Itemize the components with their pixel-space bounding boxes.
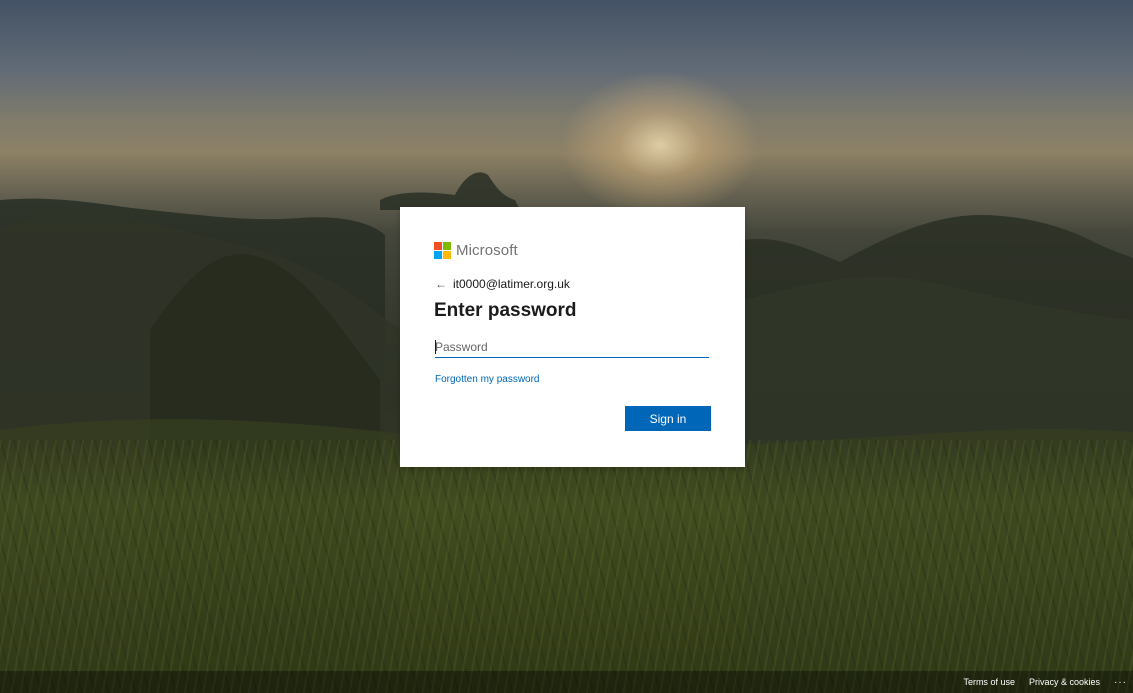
forgot-password-link[interactable]: Forgotten my password [435,374,540,385]
logo-square-yellow [443,251,451,259]
microsoft-logo: Microsoft [434,242,518,259]
logo-square-green [443,242,451,250]
page-title: Enter password [434,300,577,321]
back-arrow-icon[interactable]: ← [435,277,447,291]
logo-square-blue [434,251,442,259]
microsoft-logo-icon [434,242,451,259]
identity-email: it0000@latimer.org.uk [453,277,570,291]
more-options-icon[interactable]: ··· [1114,677,1127,688]
privacy-cookies-link[interactable]: Privacy & cookies [1029,677,1100,687]
brand-name: Microsoft [456,242,518,259]
sign-in-button[interactable]: Sign in [625,406,711,431]
text-caret [435,340,436,354]
password-input[interactable] [435,337,709,358]
identity-banner[interactable]: ← it0000@latimer.org.uk [435,277,570,291]
terms-of-use-link[interactable]: Terms of use [963,677,1015,687]
sign-in-card: Microsoft ← it0000@latimer.org.uk Enter … [400,207,745,467]
logo-square-red [434,242,442,250]
footer-bar: Terms of use Privacy & cookies ··· [0,671,1133,693]
